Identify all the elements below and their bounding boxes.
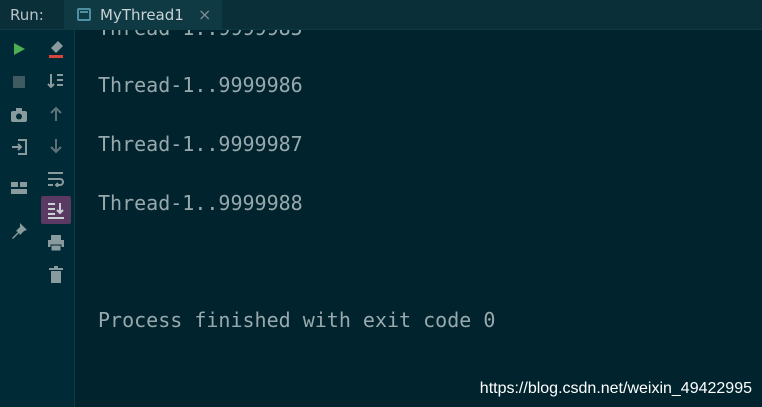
- down-arrow-icon[interactable]: [43, 133, 69, 159]
- camera-icon[interactable]: [6, 102, 32, 128]
- layout-icon[interactable]: [6, 175, 32, 201]
- pin-icon[interactable]: [6, 218, 32, 244]
- clear-icon[interactable]: [43, 36, 69, 62]
- print-icon[interactable]: [43, 230, 69, 256]
- up-arrow-icon[interactable]: [43, 101, 69, 127]
- stop-icon[interactable]: [6, 69, 32, 95]
- run-icon[interactable]: [6, 36, 32, 62]
- console-output[interactable]: Thread-1..9999985 Thread-1..9999986 Thre…: [76, 30, 762, 407]
- tab-label: MyThread1: [100, 6, 184, 24]
- login-icon[interactable]: [6, 134, 32, 160]
- exit-message: Process finished with exit code 0: [98, 308, 496, 332]
- scroll-to-end-icon[interactable]: [41, 196, 71, 224]
- watermark-url: https://blog.csdn.net/weixin_49422995: [479, 380, 752, 397]
- console-line: Thread-1..9999986: [98, 73, 303, 97]
- console-line: Thread-1..9999987: [98, 132, 303, 156]
- trash-icon[interactable]: [43, 262, 69, 288]
- run-toolbar-primary: [0, 30, 37, 407]
- sort-icon[interactable]: [43, 68, 69, 94]
- run-toolwindow-header: Run: MyThread1 ×: [0, 0, 762, 30]
- console-tab-icon: [77, 8, 91, 21]
- run-toolbar-secondary: [37, 30, 75, 407]
- console-line: Thread-1..9999988: [98, 191, 303, 215]
- close-icon[interactable]: ×: [198, 5, 211, 24]
- tab-mythread1[interactable]: MyThread1 ×: [64, 0, 222, 30]
- run-label: Run:: [10, 6, 44, 24]
- console-line: Thread-1..9999985: [98, 30, 303, 40]
- soft-wrap-icon[interactable]: [43, 166, 69, 192]
